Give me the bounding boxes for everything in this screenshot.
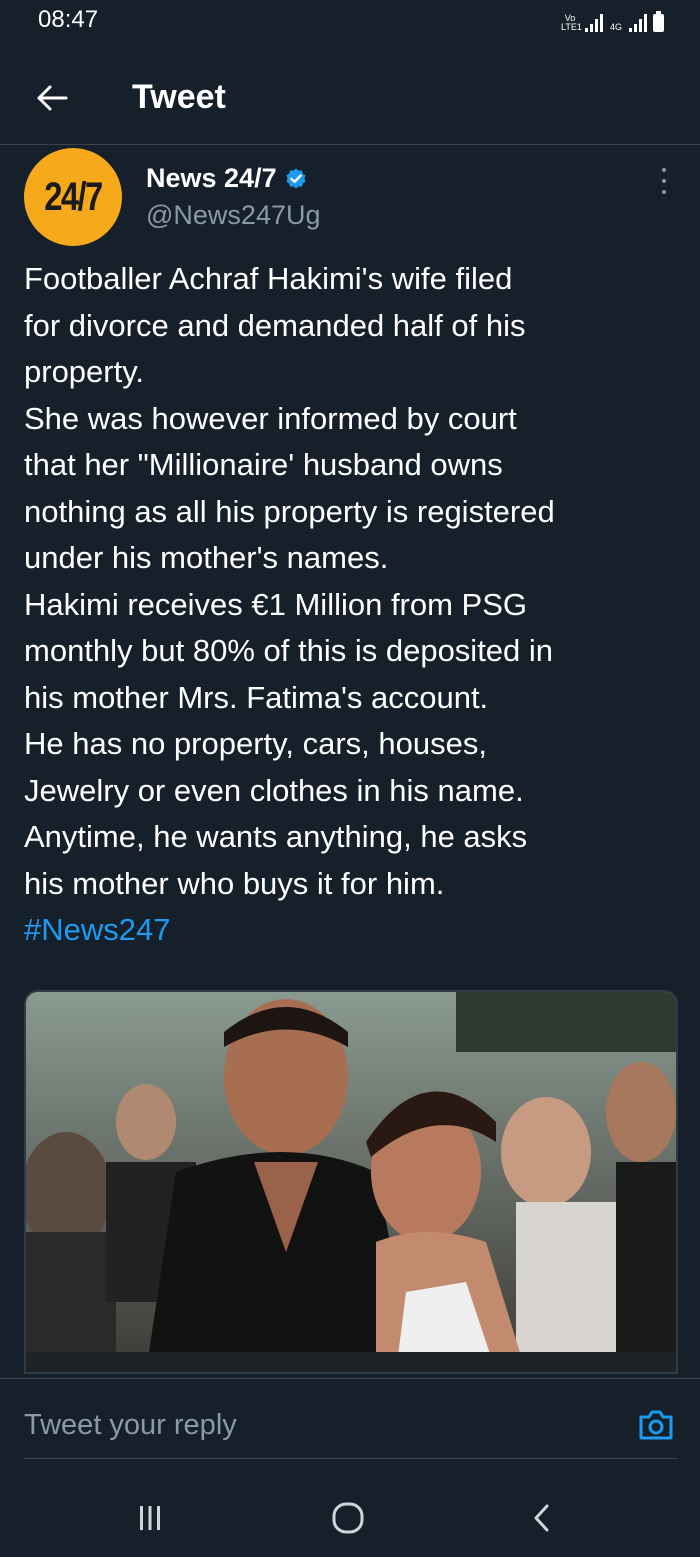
signal-icon: [585, 14, 603, 32]
avatar[interactable]: 24/7: [24, 148, 122, 246]
tweet-line: nothing as all his property is registere…: [24, 493, 555, 529]
tweet-line: for divorce and demanded half of his: [24, 307, 526, 343]
avatar-logo-text: 24/7: [44, 174, 103, 219]
author-handle[interactable]: @News247Ug: [146, 200, 321, 231]
status-icons: Vo LTE1 4G: [561, 10, 664, 32]
tweet-line: under his mother's names.: [24, 540, 389, 575]
tweet-line: Hakimi receives €1 Million from PSG: [24, 586, 528, 622]
tweet-media-photo[interactable]: [24, 990, 678, 1374]
top-app-bar: Tweet: [0, 60, 700, 145]
arrow-left-icon: [37, 85, 68, 111]
author-name[interactable]: News 24/7: [146, 163, 308, 194]
tweet-line: monthly but 80% of this is deposited in: [24, 633, 554, 668]
volte-label: Vo LTE1: [561, 13, 582, 32]
tweet-line: that her "Millionaire' husband owns: [24, 447, 503, 482]
photo-couple-red-carpet: [26, 992, 676, 1372]
tweet-line: Footballer Achraf Hakimi's wife filed: [24, 261, 513, 296]
dot: [662, 168, 666, 172]
signal-icon-2: [629, 14, 647, 32]
divider: [24, 1458, 678, 1459]
tweet-line: He has no property, cars, houses,: [24, 726, 487, 761]
page-title: Tweet: [132, 78, 226, 116]
hashtag-link[interactable]: #News247: [24, 907, 684, 954]
tweet-text: Footballer Achraf Hakimi's wife filed fo…: [24, 256, 684, 954]
recents-icon: [140, 1506, 160, 1530]
display-name-text: News 24/7: [146, 163, 277, 193]
home-icon: [332, 1502, 364, 1534]
more-options-button[interactable]: [654, 164, 674, 198]
network-4g-label: 4G: [609, 22, 622, 32]
verified-badge-icon: [285, 168, 306, 188]
tweet-line: his mother who buys it for him.: [24, 865, 445, 901]
dot: [662, 190, 666, 194]
reply-bar: Tweet your reply: [0, 1378, 700, 1461]
tweet-line: She was however informed by court: [24, 400, 517, 436]
camera-icon[interactable]: [638, 1409, 674, 1441]
back-chevron-icon: [534, 1504, 549, 1532]
status-time: 08:47: [38, 6, 99, 33]
system-nav-bar: [0, 1470, 700, 1557]
recents-button[interactable]: [130, 1498, 170, 1538]
status-bar: 08:47 Vo LTE1 4G: [0, 0, 700, 44]
tweet-line: his mother Mrs. Fatima's account.: [24, 679, 489, 715]
reply-input[interactable]: Tweet your reply: [24, 1409, 237, 1442]
dot: [662, 179, 666, 183]
tweet-line: property.: [24, 354, 145, 389]
tweet-line: Jewelry or even clothes in his name.: [24, 772, 524, 808]
tweet-line: Anytime, he wants anything, he asks: [24, 819, 528, 854]
system-back-button[interactable]: [522, 1498, 562, 1538]
tweet-screen: 08:47 Vo LTE1 4G Tweet 24/7 News 24/7 @N…: [0, 0, 700, 1557]
back-button[interactable]: [30, 76, 74, 120]
home-button[interactable]: [328, 1498, 368, 1538]
battery-icon: [653, 11, 664, 32]
